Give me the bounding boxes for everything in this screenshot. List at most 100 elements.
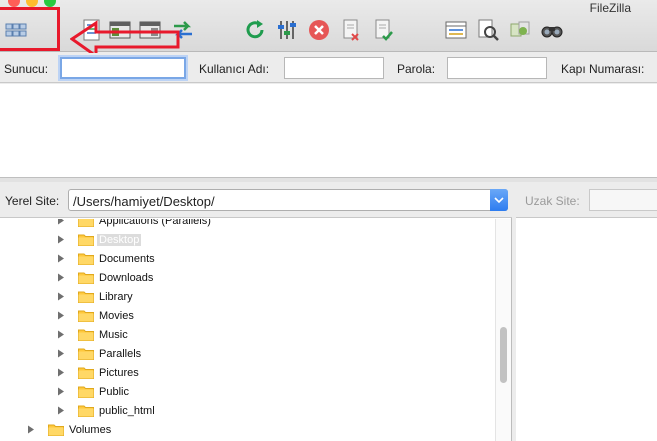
tree-row[interactable]: Desktop [56, 230, 142, 249]
folder-icon [78, 347, 94, 360]
reconnect-icon [375, 19, 393, 41]
tree-row[interactable]: Applications (Parallels) [56, 219, 211, 230]
tree-item-label: Public [99, 385, 129, 398]
folder-icon [78, 385, 94, 398]
expand-triangle-icon[interactable] [56, 273, 66, 283]
zoom-window-button[interactable] [44, 0, 56, 7]
tree-item-label: Desktop [97, 233, 142, 246]
tree-item-label: Movies [99, 309, 134, 322]
compare-directories-icon [478, 19, 499, 41]
message-log-icon [83, 19, 100, 41]
username-input[interactable] [284, 57, 384, 79]
toggle-message-log-button[interactable] [80, 18, 104, 42]
tree-row[interactable]: Downloads [56, 268, 153, 287]
cancel-icon [309, 20, 329, 40]
directory-listing-filter-icon [445, 21, 467, 39]
message-log[interactable] [0, 84, 657, 178]
local-site-header: Yerel Site: /Users/hamiyet/Desktop/ [0, 182, 512, 218]
minimize-window-button[interactable] [26, 0, 38, 7]
tree-item-label: Pictures [99, 366, 139, 379]
folder-icon [78, 271, 94, 284]
tree-row[interactable]: Parallels [56, 344, 141, 363]
close-window-button[interactable] [8, 0, 20, 7]
quickconnect-bar: Sunucu: Kullanıcı Adı: Parola: Kapı Numa… [0, 53, 657, 83]
local-tree-icon [109, 21, 131, 39]
expand-triangle-icon[interactable] [56, 349, 66, 359]
remote-path-combo[interactable] [589, 189, 657, 211]
disconnect-icon [343, 19, 359, 41]
folder-icon [48, 423, 64, 436]
tree-row[interactable]: Pictures [56, 363, 139, 382]
tree-row[interactable]: Documents [56, 249, 155, 268]
tree-item-label: Downloads [99, 271, 154, 284]
sync-browsing-button[interactable] [508, 18, 532, 42]
site-manager-button[interactable] [4, 18, 28, 42]
expand-triangle-icon[interactable] [56, 292, 66, 302]
directory-filter-button[interactable] [444, 18, 468, 42]
tree-row[interactable]: Public [56, 382, 129, 401]
search-files-icon [541, 26, 563, 38]
tree-item-label: Volumes [69, 423, 112, 436]
folder-icon [78, 366, 94, 379]
username-label: Kullanıcı Adı: [199, 62, 270, 76]
remote-site-panel: Uzak Site: [516, 182, 657, 441]
folder-icon [78, 290, 94, 303]
disconnect-button[interactable] [339, 18, 363, 42]
tree-item-label: public_html [99, 404, 155, 417]
folder-icon [78, 233, 94, 246]
local-site-label: Yerel Site: [5, 194, 60, 208]
remote-site-header: Uzak Site: [516, 182, 657, 218]
remote-tree-icon [139, 21, 161, 39]
toggle-local-tree-button[interactable] [108, 18, 132, 42]
tree-row[interactable]: Movies [56, 306, 134, 325]
password-label: Parola: [397, 62, 436, 76]
expand-triangle-icon[interactable] [26, 425, 36, 435]
expand-triangle-icon[interactable] [56, 330, 66, 340]
toggle-remote-tree-button[interactable] [138, 18, 162, 42]
chevron-down-icon[interactable] [490, 189, 508, 211]
host-label: Sunucu: [4, 62, 49, 76]
tree-item-label: Documents [99, 252, 155, 265]
folder-icon [78, 309, 94, 322]
expand-triangle-icon[interactable] [56, 219, 66, 226]
local-path-combo[interactable]: /Users/hamiyet/Desktop/ [68, 189, 508, 211]
process-queue-button[interactable] [275, 18, 299, 42]
expand-triangle-icon[interactable] [56, 387, 66, 397]
expand-triangle-icon[interactable] [56, 311, 66, 321]
tree-row[interactable]: Volumes [26, 420, 111, 439]
local-path-value: /Users/hamiyet/Desktop/ [73, 194, 215, 209]
toolbar: FileZilla [0, 0, 657, 52]
refresh-icon [246, 20, 264, 39]
folder-icon [78, 328, 94, 341]
site-manager-icon [5, 23, 27, 37]
search-files-button[interactable] [540, 18, 564, 42]
compare-directories-button[interactable] [476, 18, 500, 42]
transfer-queue-icon [174, 21, 192, 39]
password-input[interactable] [447, 57, 547, 79]
local-directory-tree[interactable]: Applications (Parallels) Desktop Documents… [0, 219, 495, 441]
host-input[interactable] [60, 57, 186, 79]
expand-triangle-icon[interactable] [56, 235, 66, 245]
folder-icon [78, 219, 94, 227]
refresh-button[interactable] [243, 18, 267, 42]
tree-row[interactable]: Music [56, 325, 128, 344]
toggle-transfer-queue-button[interactable] [171, 18, 195, 42]
remote-site-label: Uzak Site: [525, 194, 580, 208]
tree-row[interactable]: public_html [56, 401, 155, 420]
expand-triangle-icon[interactable] [56, 368, 66, 378]
tree-row[interactable]: Library [56, 287, 133, 306]
folder-icon [78, 404, 94, 417]
scrollbar-thumb[interactable] [500, 327, 507, 383]
local-site-panel: Yerel Site: /Users/hamiyet/Desktop/ Appl… [0, 182, 512, 441]
local-tree-scrollbar[interactable] [495, 219, 511, 441]
tree-item-label: Music [99, 328, 128, 341]
expand-triangle-icon[interactable] [56, 254, 66, 264]
tree-item-label: Library [99, 290, 133, 303]
process-queue-icon [278, 21, 296, 39]
port-label: Kapı Numarası: [561, 62, 645, 76]
tree-item-label: Parallels [99, 347, 142, 360]
cancel-button[interactable] [307, 18, 331, 42]
expand-triangle-icon[interactable] [56, 406, 66, 416]
reconnect-button[interactable] [371, 18, 395, 42]
window-title: FileZilla [589, 1, 631, 15]
